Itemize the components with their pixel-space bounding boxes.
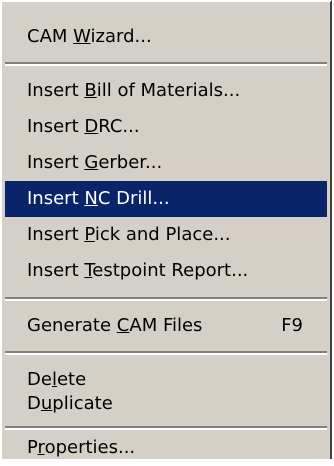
menu-item-shortcut: F9 — [281, 315, 303, 336]
menu-separator — [5, 62, 327, 66]
menu-item-generate-cam-files[interactable]: Generate CAM Files F9 — [5, 308, 327, 344]
menu-item-label: Generate CAM Files — [27, 315, 203, 336]
menu-separator — [5, 297, 327, 301]
menu-item-properties[interactable]: Properties... — [5, 430, 327, 466]
menu-item-label: Insert Bill of Materials... — [27, 80, 241, 101]
menu-item-label: Insert NC Drill... — [27, 188, 170, 209]
menu-item-insert-nc-drill[interactable]: Insert NC Drill... — [5, 181, 327, 217]
menu-item-label: Insert Gerber... — [27, 152, 163, 173]
menu-item-insert-bill-of-materials[interactable]: Insert Bill of Materials... — [5, 73, 327, 109]
menu-item-label: Insert Pick and Place... — [27, 224, 231, 245]
context-menu: CAM Wizard... Insert Bill of Materials..… — [0, 0, 332, 459]
menu-item-label: Insert DRC... — [27, 116, 140, 137]
menu-item-insert-testpoint-report[interactable]: Insert Testpoint Report... — [5, 253, 327, 289]
menu-item-insert-drc[interactable]: Insert DRC... — [5, 109, 327, 145]
menu-item-label: Insert Testpoint Report... — [27, 260, 249, 281]
menu-item-label: CAM Wizard... — [27, 26, 152, 47]
menu-item-label: Duplicate — [27, 393, 113, 414]
menu-item-insert-pick-and-place[interactable]: Insert Pick and Place... — [5, 217, 327, 253]
menu-item-cam-wizard[interactable]: CAM Wizard... — [5, 19, 327, 55]
menu-separator — [5, 351, 327, 355]
menu-item-label: Properties... — [27, 437, 136, 458]
menu-item-duplicate[interactable]: Duplicate — [5, 386, 327, 422]
menu-item-insert-gerber[interactable]: Insert Gerber... — [5, 145, 327, 181]
